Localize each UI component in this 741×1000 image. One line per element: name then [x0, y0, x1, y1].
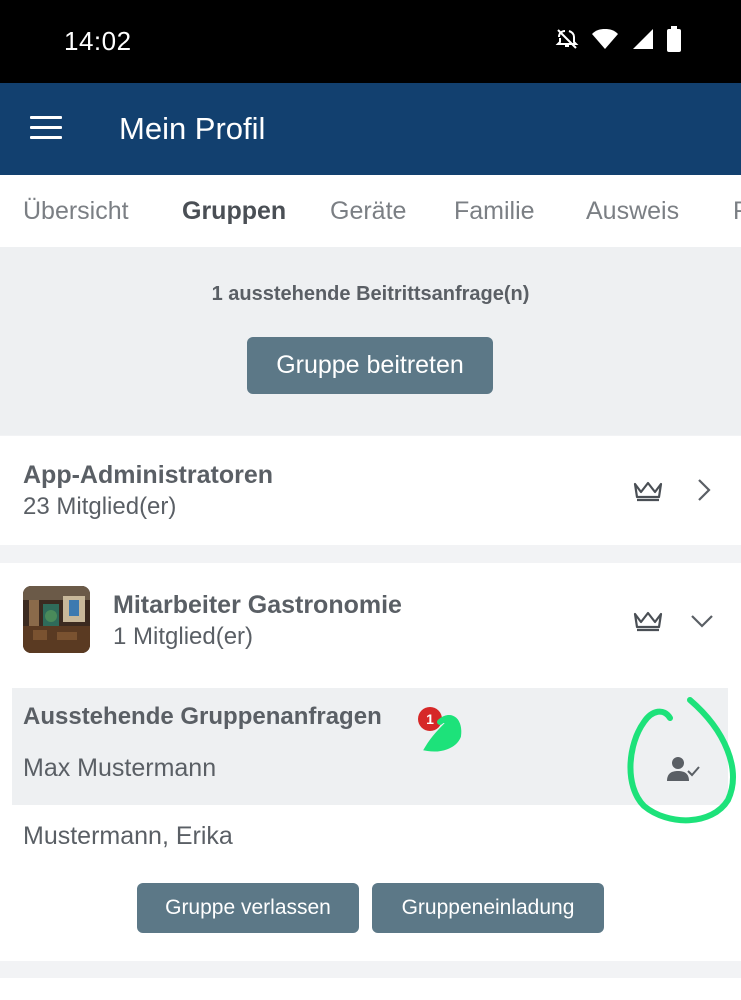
app-bar: Mein Profil: [0, 83, 741, 175]
crown-icon: [633, 611, 663, 632]
pending-group-requests-title: Ausstehende Gruppenanfragen: [23, 703, 382, 730]
page-title: Mein Profil: [119, 111, 266, 146]
group-member-count: 23 Mitglied(er): [23, 493, 177, 520]
battery-icon: [667, 26, 681, 52]
pending-requests-text: 1 ausstehende Beitrittsanfrage(n): [211, 283, 530, 305]
tab-ausweis[interactable]: Ausweis: [586, 197, 679, 226]
group-image: [23, 586, 90, 653]
mute-icon: [555, 29, 579, 49]
tab-geraete[interactable]: Geräte: [330, 197, 406, 226]
chevron-down-icon[interactable]: [689, 613, 715, 629]
tab-gruppen[interactable]: Gruppen: [182, 197, 286, 226]
hamburger-menu-icon[interactable]: [30, 116, 62, 140]
group-card-mitarbeiter-gastronomie: Mitarbeiter Gastronomie 1 Mitglied(er) A…: [0, 563, 741, 961]
tab-bar: Übersicht Gruppen Geräte Familie Ausweis…: [0, 175, 741, 247]
request-count-badge: 1: [418, 707, 442, 731]
person-check-icon[interactable]: [666, 754, 700, 784]
group-name: Mitarbeiter Gastronomie: [113, 591, 402, 619]
crown-icon: [633, 481, 663, 502]
status-icons: [555, 26, 681, 52]
status-time: 14:02: [64, 26, 132, 56]
signal-icon: [633, 29, 653, 49]
tab-familie[interactable]: Familie: [454, 197, 535, 226]
pending-requests-section: 1 ausstehende Beitrittsanfrage(n) Gruppe…: [0, 247, 741, 435]
leave-group-button[interactable]: Gruppe verlassen: [137, 883, 359, 933]
chevron-right-icon[interactable]: [696, 477, 712, 503]
group-member-count: 1 Mitglied(er): [113, 623, 254, 650]
join-group-button[interactable]: Gruppe beitreten: [247, 337, 493, 394]
group-invite-button[interactable]: Gruppeneinladung: [372, 883, 604, 933]
next-card-edge: [0, 978, 741, 1000]
group-name: App-Administratoren: [23, 461, 273, 489]
status-bar: 14:02: [0, 0, 741, 83]
group-card-app-administratoren[interactable]: App-Administratoren 23 Mitglied(er): [0, 436, 741, 545]
request-user-name: Max Mustermann: [23, 754, 217, 782]
wifi-icon: [592, 29, 618, 49]
member-name: Mustermann, Erika: [23, 822, 233, 850]
tab-more[interactable]: F: [733, 197, 741, 226]
pending-group-requests: Ausstehende Gruppenanfragen 1 Max Muster…: [12, 688, 728, 805]
tab-uebersicht[interactable]: Übersicht: [23, 197, 129, 226]
